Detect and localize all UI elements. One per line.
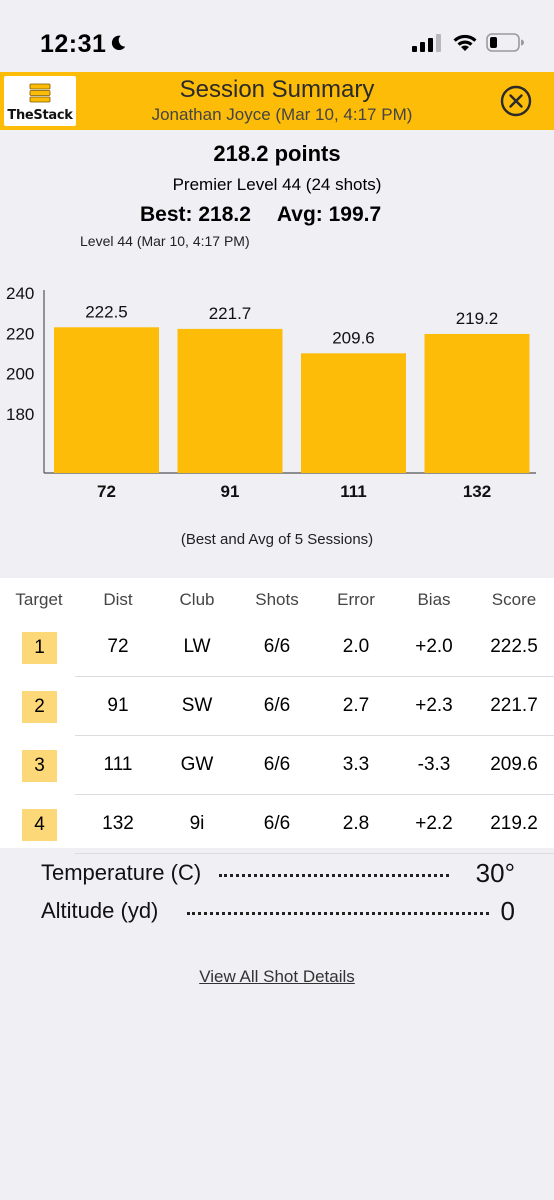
- error-cell: 2.0: [342, 636, 370, 657]
- x-tick-label: 91: [221, 482, 240, 501]
- status-bar: 12:31: [0, 0, 554, 72]
- club-cell: 9i: [189, 813, 205, 834]
- header-dist: Dist: [103, 590, 133, 609]
- target-badge: 4: [22, 809, 57, 841]
- y-tick-label: 200: [6, 365, 34, 384]
- temperature-row: Temperature (C) 30°: [41, 858, 515, 890]
- thestack-logo: TheStack: [4, 76, 76, 126]
- temperature-value: 30°: [475, 858, 515, 888]
- chart-bar: [424, 333, 530, 473]
- header-target: Target: [15, 590, 63, 609]
- score-cell: 222.5: [490, 636, 538, 657]
- header-score: Score: [491, 590, 537, 609]
- bar-value-label: 222.5: [85, 302, 128, 321]
- table-header: Target Dist Club Shots Error Bias Score: [0, 590, 554, 612]
- bias-cell: -3.3: [417, 754, 451, 775]
- shots-cell: 6/6: [263, 754, 291, 775]
- shots-cell: 6/6: [263, 695, 291, 716]
- dist-cell: 91: [107, 695, 129, 716]
- chart-bar: [301, 353, 406, 473]
- scores-bar-chart: 240 220 200 180 222.5 72 221.7 91 209.6 111 219.2 1…: [6, 284, 536, 501]
- shots-cell: 6/6: [263, 813, 291, 834]
- y-tick-label: 240: [6, 284, 34, 303]
- wifi-icon: [453, 34, 477, 51]
- header-club: Club: [179, 590, 215, 609]
- bias-cell: +2.2: [415, 813, 453, 834]
- chart-bar: [177, 328, 283, 473]
- bar-value-label: 209.6: [332, 328, 375, 347]
- y-tick-label: 220: [6, 324, 34, 343]
- page-title: Session Summary: [179, 76, 375, 103]
- session-player-date: Jonathan Joyce (Mar 10, 4:17 PM): [151, 105, 413, 124]
- logo-text: TheStack: [7, 108, 73, 123]
- cellular-signal-icon: [412, 34, 441, 52]
- targets-table: Target Dist Club Shots Error Bias Score …: [0, 578, 554, 854]
- table-row: 1 72 LW 6/6 2.0 +2.0 222.5: [0, 618, 554, 677]
- dot-leader: [219, 874, 449, 877]
- score-cell: 219.2: [490, 813, 538, 834]
- temperature-label: Temperature (C): [41, 860, 202, 885]
- dist-cell: 111: [103, 754, 133, 775]
- table-row: 3 111 GW 6/6 3.3 -3.3 209.6: [0, 736, 554, 795]
- error-cell: 2.7: [342, 695, 370, 716]
- bar-value-label: 221.7: [209, 304, 252, 323]
- chart-caption: (Best and Avg of 5 Sessions): [180, 531, 374, 548]
- level-shots: Premier Level 44 (24 shots): [172, 175, 382, 194]
- y-tick-label: 180: [6, 405, 34, 424]
- target-badge: 1: [22, 632, 57, 664]
- moon-icon: [111, 35, 126, 51]
- header-bias: Bias: [417, 590, 451, 609]
- score-cell: 221.7: [490, 695, 538, 716]
- x-tick-label: 72: [97, 482, 116, 501]
- club-cell: LW: [183, 636, 211, 657]
- table-row: 4 132 9i 6/6 2.8 +2.2 219.2: [0, 795, 554, 854]
- view-all-shot-details-link[interactable]: View All Shot Details: [0, 967, 554, 987]
- table-row: 2 91 SW 6/6 2.7 +2.3 221.7: [0, 677, 554, 736]
- x-tick-label: 132: [463, 482, 491, 501]
- bias-cell: +2.0: [415, 636, 453, 657]
- altitude-label: Altitude (yd): [41, 898, 159, 923]
- header-error: Error: [337, 590, 375, 609]
- session-summary-header: TheStack Session Summary Jonathan Joyce …: [0, 72, 554, 130]
- x-tick-label: 111: [340, 482, 367, 501]
- battery-icon: [486, 33, 524, 52]
- bias-cell: +2.3: [415, 695, 453, 716]
- close-icon[interactable]: [500, 85, 532, 117]
- target-badge: 3: [22, 750, 57, 782]
- best-score: Best: 218.2: [140, 203, 251, 226]
- bar-value-label: 219.2: [456, 309, 499, 328]
- chart-bar: [54, 327, 159, 473]
- club-cell: SW: [181, 695, 213, 716]
- error-cell: 3.3: [342, 754, 370, 775]
- shots-cell: 6/6: [263, 636, 291, 657]
- session-points: 218.2 points: [213, 141, 341, 166]
- dot-leader: [187, 912, 489, 915]
- best-avg-line: Best: 218.2 Avg: 199.7: [140, 203, 381, 227]
- altitude-row: Altitude (yd) 0: [41, 896, 515, 928]
- altitude-value: 0: [500, 896, 515, 926]
- stack-logo-icon: [29, 83, 51, 103]
- error-cell: 2.8: [342, 813, 370, 834]
- status-time: 12:31: [40, 30, 107, 58]
- score-cell: 209.6: [490, 754, 538, 775]
- row-separator: [75, 853, 554, 854]
- dist-cell: 132: [102, 813, 134, 834]
- header-shots: Shots: [255, 590, 299, 609]
- dist-cell: 72: [107, 636, 129, 657]
- club-cell: GW: [180, 754, 214, 775]
- best-level-date: Level 44 (Mar 10, 4:17 PM): [80, 233, 250, 249]
- avg-score: Avg: 199.7: [276, 203, 382, 226]
- target-badge: 2: [22, 691, 57, 723]
